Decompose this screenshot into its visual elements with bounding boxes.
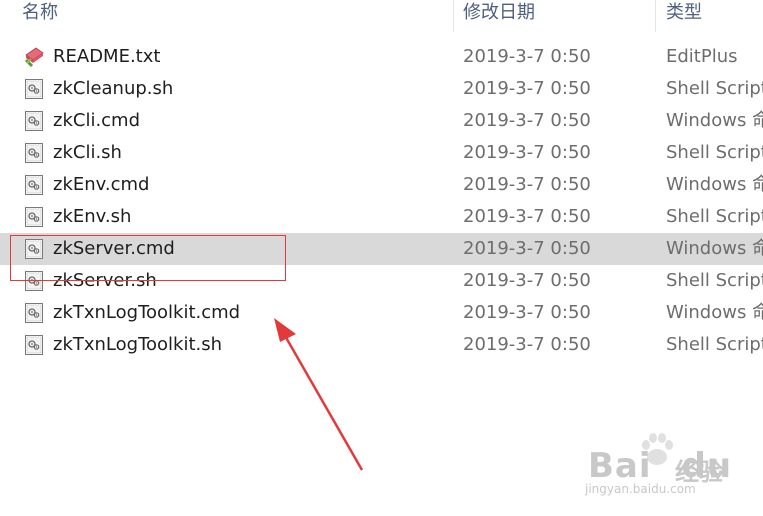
watermark-url: jingyan.baidu.com (585, 482, 696, 496)
file-type: Shell Script (666, 270, 763, 291)
file-date-modified: 2019-3-7 0:50 (463, 206, 591, 227)
file-date-modified: 2019-3-7 0:50 (463, 78, 591, 99)
script-file-icon (23, 142, 45, 164)
file-row[interactable]: zkEnv.sh 2019-3-7 0:50 Shell Script (0, 201, 763, 233)
file-row[interactable]: zkCli.cmd 2019-3-7 0:50 Windows 命令脚本 (0, 105, 763, 137)
file-date-modified: 2019-3-7 0:50 (463, 270, 591, 291)
script-file-icon (23, 206, 45, 228)
file-row[interactable]: zkTxnLogToolkit.sh 2019-3-7 0:50 Shell Scr… (0, 329, 763, 361)
file-type: Windows 命令脚本 (666, 238, 763, 259)
column-header-type[interactable]: 类型 (666, 0, 702, 30)
file-name: zkCleanup.sh (53, 78, 174, 99)
file-row[interactable]: zkTxnLogToolkit.cmd 2019-3-7 0:50 Windows … (0, 297, 763, 329)
file-type: Windows 命令脚本 (666, 174, 763, 195)
column-header-bar: 名称 修改日期 类型 (0, 0, 763, 32)
file-name: zkEnv.sh (53, 206, 132, 227)
file-type: Shell Script (666, 142, 763, 163)
file-date-modified: 2019-3-7 0:50 (463, 334, 591, 355)
file-date-modified: 2019-3-7 0:50 (463, 238, 591, 259)
file-date-modified: 2019-3-7 0:50 (463, 302, 591, 323)
file-name: README.txt (53, 46, 161, 67)
file-list: README.txt 2019-3-7 0:50 EditPlus zkCleanup… (0, 41, 763, 361)
file-name: zkTxnLogToolkit.sh (53, 334, 223, 355)
file-name: zkEnv.cmd (53, 174, 150, 195)
file-name: zkCli.sh (53, 142, 122, 163)
editplus-file-icon (23, 46, 45, 68)
file-type: Windows 命令脚本 (666, 110, 763, 131)
file-type: EditPlus (666, 46, 738, 67)
script-file-icon (23, 302, 45, 324)
file-type: Shell Script (666, 206, 763, 227)
file-date-modified: 2019-3-7 0:50 (463, 142, 591, 163)
file-row[interactable]: zkEnv.cmd 2019-3-7 0:50 Windows 命令脚本 (0, 169, 763, 201)
script-file-icon (23, 110, 45, 132)
file-date-modified: 2019-3-7 0:50 (463, 174, 591, 195)
column-divider[interactable] (655, 0, 656, 32)
file-row[interactable]: README.txt 2019-3-7 0:50 EditPlus (0, 41, 763, 73)
column-header-date-modified[interactable]: 修改日期 (463, 0, 535, 30)
file-type: Windows 命令脚本 (666, 302, 763, 323)
column-header-name[interactable]: 名称 (22, 0, 58, 30)
file-type: Shell Script (666, 334, 763, 355)
script-file-icon (23, 174, 45, 196)
file-name: zkTxnLogToolkit.cmd (53, 302, 241, 323)
file-type: Shell Script (666, 78, 763, 99)
file-row[interactable]: zkCli.sh 2019-3-7 0:50 Shell Script (0, 137, 763, 169)
script-file-icon (23, 334, 45, 356)
file-name: zkCli.cmd (53, 110, 141, 131)
script-file-icon (23, 78, 45, 100)
annotation-highlight-box (10, 235, 286, 281)
file-date-modified: 2019-3-7 0:50 (463, 110, 591, 131)
column-divider[interactable] (453, 0, 454, 32)
file-row[interactable]: zkCleanup.sh 2019-3-7 0:50 Shell Script (0, 73, 763, 105)
file-date-modified: 2019-3-7 0:50 (463, 46, 591, 67)
